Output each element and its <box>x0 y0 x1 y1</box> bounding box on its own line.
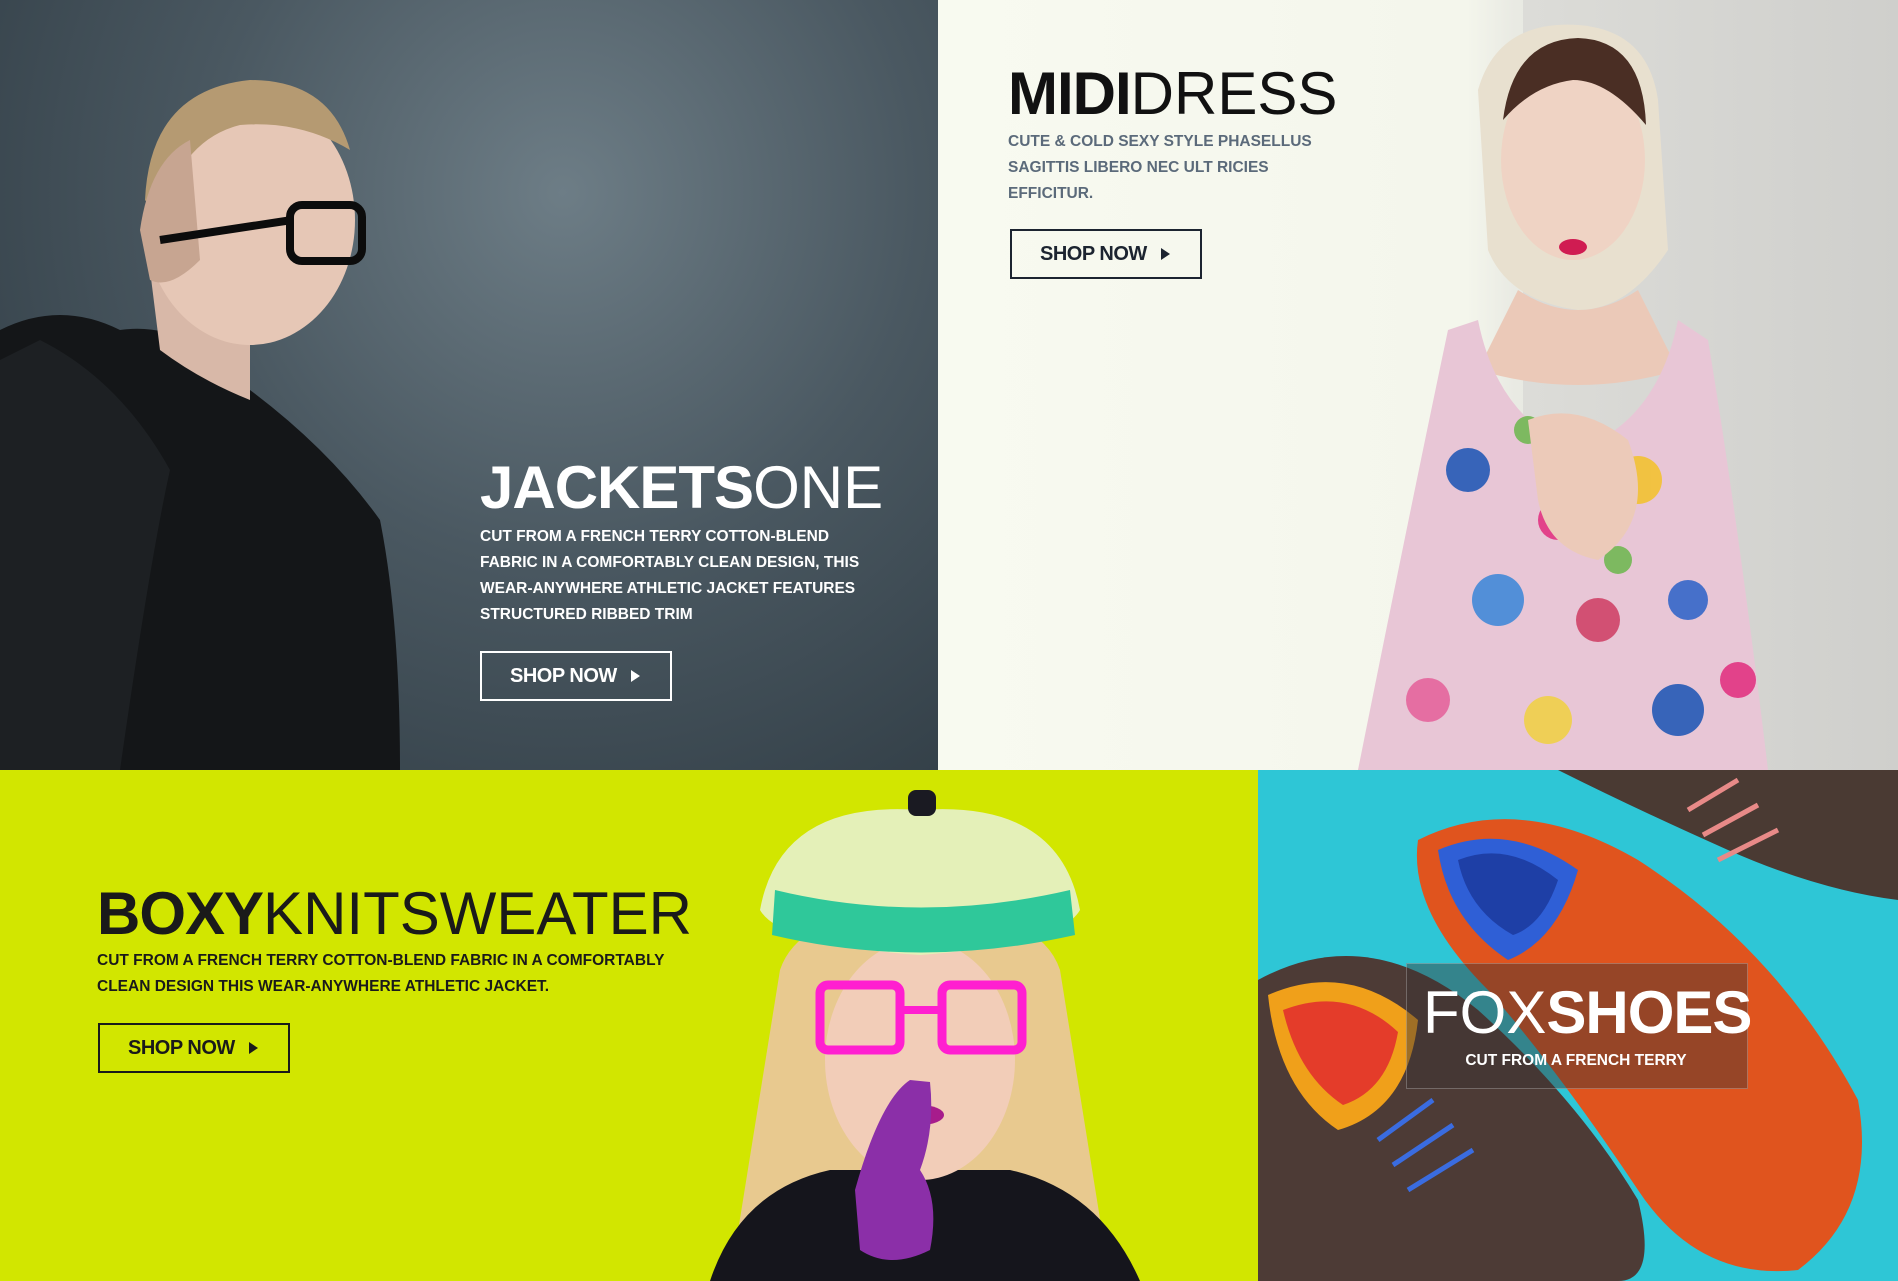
midi-title-strong: MIDI <box>1008 60 1132 127</box>
model-woman-beanie-image <box>680 770 1160 1281</box>
boxy-title: BOXYKNITSWEATER <box>97 884 692 944</box>
banner-jackets: JACKETSONE CUT FROM A FRENCH TERRY COTTO… <box>0 0 938 770</box>
model-woman-floral-dress-image <box>1298 0 1818 770</box>
jackets-description: CUT FROM A FRENCH TERRY COTTON-BLEND FAB… <box>480 528 860 623</box>
banner-midi-dress: MIDIDRESS CUTE & COLD SEXY STYLE PHASELL… <box>938 0 1898 770</box>
play-arrow-icon <box>630 670 640 682</box>
midi-title-light: DRESS <box>1130 60 1338 127</box>
model-man-glasses-image <box>0 0 440 770</box>
boxy-shop-now-label: SHOP NOW <box>128 1036 235 1059</box>
jackets-title: JACKETSONE <box>480 458 883 518</box>
banner-fox-shoes[interactable]: FOXSHOES CUT FROM A FRENCH TERRY <box>1258 770 1898 1281</box>
fox-title: FOXSHOES <box>1423 983 1752 1043</box>
fox-title-light: FOX <box>1423 979 1547 1046</box>
midi-shop-now-button[interactable]: SHOP NOW <box>1010 229 1202 279</box>
boxy-title-light: KNITSWEATER <box>263 880 692 947</box>
fox-title-strong: SHOES <box>1546 979 1752 1046</box>
boxy-shop-now-button[interactable]: SHOP NOW <box>98 1023 290 1073</box>
banner-boxy-knit-sweater: BOXYKNITSWEATER CUT FROM A FRENCH TERRY … <box>0 770 1258 1281</box>
jackets-title-light: ONE <box>753 454 884 521</box>
jackets-title-strong: JACKETS <box>480 454 754 521</box>
midi-shop-now-label: SHOP NOW <box>1040 242 1147 265</box>
play-arrow-icon <box>248 1042 258 1054</box>
jackets-shop-now-button[interactable]: SHOP NOW <box>480 651 672 701</box>
boxy-description: CUT FROM A FRENCH TERRY COTTON-BLEND FAB… <box>97 952 665 995</box>
midi-title: MIDIDRESS <box>1008 64 1337 124</box>
midi-description: CUTE & COLD SEXY STYLE PHASELLUS SAGITTI… <box>1008 133 1312 202</box>
jackets-shop-now-label: SHOP NOW <box>510 664 617 687</box>
play-arrow-icon <box>1160 248 1170 260</box>
boxy-title-strong: BOXY <box>97 880 264 947</box>
fox-description: CUT FROM A FRENCH TERRY <box>1465 1052 1687 1069</box>
